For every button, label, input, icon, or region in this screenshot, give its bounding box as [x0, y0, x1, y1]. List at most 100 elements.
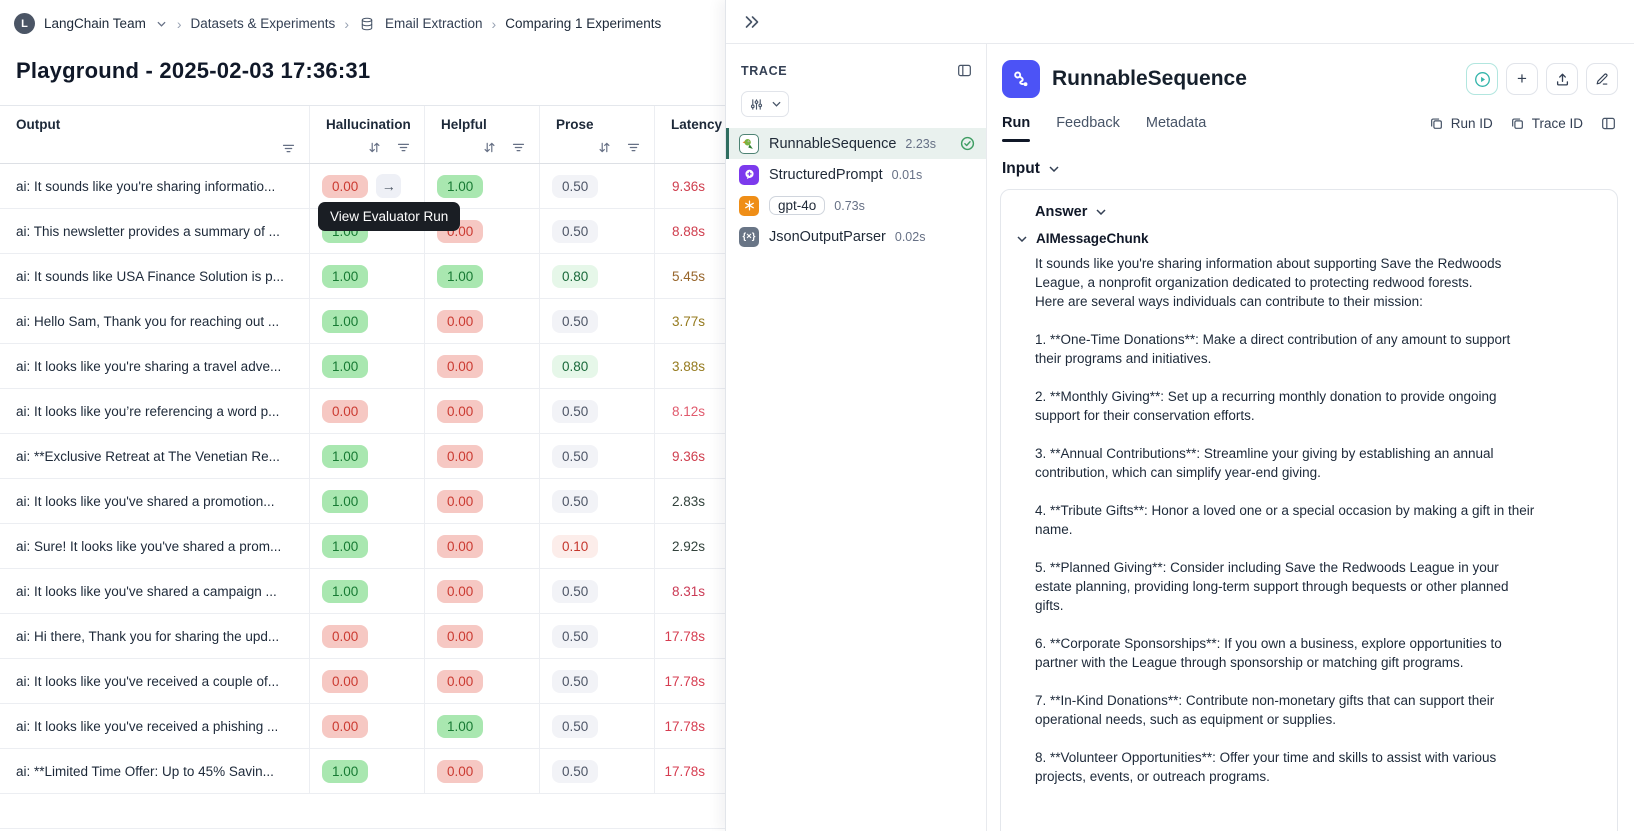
- copy-trace-id-button[interactable]: Trace ID: [1509, 115, 1583, 132]
- prose-score-badge[interactable]: 0.50: [552, 399, 599, 423]
- table-row[interactable]: ai: **Exclusive Retreat at The Venetian …: [0, 434, 725, 479]
- table-row[interactable]: ai: It looks like you're sharing a trave…: [0, 344, 725, 389]
- helpful-score-badge[interactable]: 0.00: [437, 354, 484, 378]
- hallucination-score-badge[interactable]: 1.00: [322, 534, 369, 558]
- output-cell[interactable]: ai: It looks like you've shared a campai…: [0, 569, 310, 613]
- output-cell[interactable]: ai: It looks like you've received a coup…: [0, 659, 310, 703]
- filter-icon[interactable]: [395, 141, 412, 154]
- trace-filter-dropdown[interactable]: [741, 91, 789, 117]
- output-cell[interactable]: ai: **Exclusive Retreat at The Venetian …: [0, 434, 310, 478]
- prose-score-badge[interactable]: 0.50: [552, 714, 599, 738]
- hallucination-score-badge[interactable]: 1.00: [322, 579, 369, 603]
- message-chunk-toggle[interactable]: AIMessageChunk: [1015, 231, 1617, 246]
- hallucination-score-badge[interactable]: 0.00: [322, 624, 369, 648]
- answer-toggle[interactable]: Answer: [1035, 204, 1617, 220]
- helpful-score-badge[interactable]: 0.00: [437, 669, 484, 693]
- output-cell[interactable]: ai: It looks like you’re referencing a w…: [0, 389, 310, 433]
- prose-score-badge[interactable]: 0.80: [552, 264, 599, 288]
- hallucination-score-badge[interactable]: 1.00: [322, 759, 369, 783]
- team-avatar[interactable]: L: [14, 13, 35, 34]
- output-cell[interactable]: ai: Sure! It looks like you've shared a …: [0, 524, 310, 568]
- prose-score-badge[interactable]: 0.50: [552, 219, 599, 243]
- prose-score-badge[interactable]: 0.50: [552, 444, 599, 468]
- trace-tree-item[interactable]: StructuredPrompt 0.01s: [726, 159, 986, 190]
- column-header-output[interactable]: Output: [0, 106, 310, 163]
- hallucination-score-badge[interactable]: 0.00: [322, 399, 369, 423]
- table-row[interactable]: ai: **Limited Time Offer: Up to 45% Savi…: [0, 749, 725, 794]
- prose-score-badge[interactable]: 0.10: [552, 534, 599, 558]
- hallucination-score-badge[interactable]: 1.00: [322, 444, 369, 468]
- edit-button[interactable]: [1586, 63, 1618, 95]
- prose-score-badge[interactable]: 0.50: [552, 624, 599, 648]
- output-cell[interactable]: ai: **Limited Time Offer: Up to 45% Savi…: [0, 749, 310, 793]
- tab-metadata[interactable]: Metadata: [1146, 115, 1206, 142]
- output-cell[interactable]: ai: It looks like you're sharing a trave…: [0, 344, 310, 388]
- helpful-score-badge[interactable]: 0.00: [437, 759, 484, 783]
- filter-icon[interactable]: [510, 141, 527, 154]
- sort-icon[interactable]: [481, 140, 498, 155]
- tab-feedback[interactable]: Feedback: [1056, 115, 1120, 142]
- prose-score-badge[interactable]: 0.50: [552, 489, 599, 513]
- prose-score-badge[interactable]: 0.80: [552, 354, 599, 378]
- output-cell[interactable]: ai: It looks like you've shared a promot…: [0, 479, 310, 523]
- hallucination-score-badge[interactable]: 1.00: [322, 354, 369, 378]
- prose-score-badge[interactable]: 0.50: [552, 174, 599, 198]
- panel-layout-icon[interactable]: [1599, 114, 1618, 133]
- helpful-score-badge[interactable]: 0.00: [437, 624, 484, 648]
- prose-score-badge[interactable]: 0.50: [552, 579, 599, 603]
- trace-tree-item[interactable]: gpt-4o 0.73s: [726, 190, 986, 221]
- table-row[interactable]: ai: It looks like you've received a phis…: [0, 704, 725, 749]
- hallucination-score-badge[interactable]: 1.00: [322, 489, 369, 513]
- chevron-down-icon[interactable]: [155, 19, 168, 29]
- panel-layout-icon[interactable]: [955, 61, 974, 80]
- column-header-prose[interactable]: Prose: [540, 106, 655, 163]
- output-cell[interactable]: ai: It sounds like USA Finance Solution …: [0, 254, 310, 298]
- table-row[interactable]: ai: Hi there, Thank you for sharing the …: [0, 614, 725, 659]
- column-header-helpful[interactable]: Helpful: [425, 106, 540, 163]
- breadcrumb-dataset[interactable]: Email Extraction: [385, 16, 483, 31]
- helpful-score-badge[interactable]: 1.00: [437, 714, 484, 738]
- output-cell[interactable]: ai: Hi there, Thank you for sharing the …: [0, 614, 310, 658]
- breadcrumb-datasets[interactable]: Datasets & Experiments: [191, 16, 336, 31]
- output-cell[interactable]: ai: It looks like you've received a phis…: [0, 704, 310, 748]
- helpful-score-badge[interactable]: 1.00: [437, 174, 484, 198]
- prose-score-badge[interactable]: 0.50: [552, 759, 599, 783]
- column-header-hallucination[interactable]: Hallucination: [310, 106, 425, 163]
- share-button[interactable]: [1546, 63, 1578, 95]
- hallucination-score-badge[interactable]: 0.00: [322, 714, 369, 738]
- helpful-score-badge[interactable]: 0.00: [437, 489, 484, 513]
- collapse-pane-icon[interactable]: [742, 13, 762, 31]
- helpful-score-badge[interactable]: 0.00: [437, 444, 484, 468]
- playground-run-button[interactable]: [1466, 63, 1498, 95]
- output-cell[interactable]: ai: It sounds like you're sharing inform…: [0, 164, 310, 208]
- add-button[interactable]: +: [1506, 63, 1538, 95]
- table-row[interactable]: ai: Hello Sam, Thank you for reaching ou…: [0, 299, 725, 344]
- helpful-score-badge[interactable]: 0.00: [437, 579, 484, 603]
- helpful-score-badge[interactable]: 0.00: [437, 309, 484, 333]
- hallucination-score-badge[interactable]: 0.00: [322, 669, 369, 693]
- table-row[interactable]: ai: It looks like you've received a coup…: [0, 659, 725, 704]
- helpful-score-badge[interactable]: 0.00: [437, 399, 484, 423]
- view-evaluator-run-button[interactable]: →: [376, 174, 402, 198]
- trace-tree-item[interactable]: {×} JsonOutputParser 0.02s: [726, 221, 986, 252]
- input-section-toggle[interactable]: Input: [1002, 160, 1634, 178]
- table-row[interactable]: ai: It sounds like USA Finance Solution …: [0, 254, 725, 299]
- hallucination-score-badge[interactable]: 1.00: [322, 309, 369, 333]
- sort-icon[interactable]: [366, 140, 383, 155]
- table-row[interactable]: ai: It looks like you’re referencing a w…: [0, 389, 725, 434]
- filter-icon[interactable]: [280, 142, 297, 155]
- table-row[interactable]: ai: It looks like you've shared a promot…: [0, 479, 725, 524]
- copy-run-id-button[interactable]: Run ID: [1428, 115, 1493, 132]
- prose-score-badge[interactable]: 0.50: [552, 309, 599, 333]
- tab-run[interactable]: Run: [1002, 115, 1031, 142]
- table-row[interactable]: ai: It looks like you've shared a campai…: [0, 569, 725, 614]
- hallucination-score-badge[interactable]: 0.00: [322, 174, 369, 198]
- filter-icon[interactable]: [625, 141, 642, 154]
- output-cell[interactable]: ai: This newsletter provides a summary o…: [0, 209, 310, 253]
- helpful-score-badge[interactable]: 0.00: [437, 534, 484, 558]
- hallucination-score-badge[interactable]: 1.00: [322, 264, 369, 288]
- breadcrumb-team[interactable]: LangChain Team: [44, 16, 146, 31]
- sort-icon[interactable]: [596, 140, 613, 155]
- table-row[interactable]: ai: Sure! It looks like you've shared a …: [0, 524, 725, 569]
- trace-tree-item[interactable]: RunnableSequence 2.23s: [726, 128, 986, 159]
